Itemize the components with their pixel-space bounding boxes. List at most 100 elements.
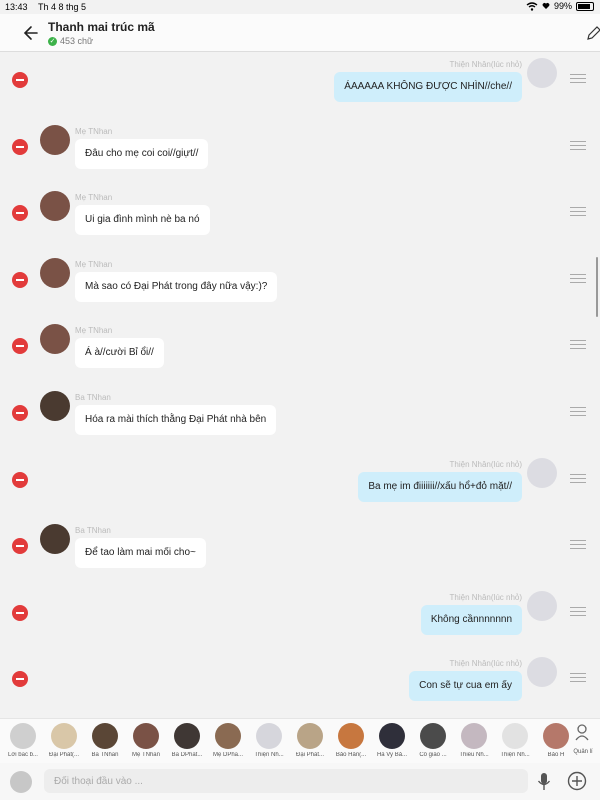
message-row: Mẹ TNhan Đâu cho mẹ coi coi//giựt// [0,124,600,191]
character-item[interactable]: Thiện Nh... [495,723,535,758]
character-item[interactable]: Thiều Nh... [454,723,494,758]
character-avatar [51,723,77,749]
character-bar: Lời bắc b... Đại Phát(... Ba TNhan Mẹ TNhan… [0,718,600,763]
message-bubble[interactable]: Đâu cho mẹ coi coi//giựt// [75,138,209,169]
avatar[interactable] [40,391,70,421]
drag-handle-icon[interactable] [570,473,586,486]
sender-name: Mẹ TNhan [75,326,113,336]
avatar[interactable] [40,524,70,555]
character-label: Đại Phát... [295,752,324,758]
avatar[interactable] [527,590,557,621]
character-item[interactable]: Ba TNhan [85,723,125,758]
delete-message-icon[interactable] [12,72,28,88]
word-count: ✓ 453 chữ [48,36,93,46]
character-item[interactable]: Ba DPhat... [167,723,207,758]
sender-name: Mẹ TNhan [75,193,113,203]
character-label: Mẹ TNhan [132,752,160,758]
message-bubble[interactable]: ÁAAAAA KHÔNG ĐƯỢC NHÌN//che// [334,72,522,102]
message-row: Ba TNhan Để tao làm mai mối cho~ [0,524,600,590]
sender-name: Ba TNhan [75,393,111,402]
character-item[interactable]: Mẹ DPha... [208,723,248,758]
delete-message-icon[interactable] [12,671,28,688]
drag-handle-icon[interactable] [570,673,586,685]
battery-icon [576,1,594,11]
delete-message-icon[interactable] [12,338,28,355]
character-label: Bảo Hân(... [335,752,367,758]
message-bubble[interactable]: Ba mẹ im điiiiiii//xấu hổ+đỏ mặt// [358,471,522,502]
avatar[interactable] [527,457,557,488]
character-item[interactable]: Cô giáo ... [413,723,453,758]
pencil-icon[interactable] [586,24,600,42]
character-item[interactable]: Bảo Hân(... [331,723,371,758]
character-item[interactable]: Lời bắc b... [3,723,43,758]
back-arrow-icon[interactable] [22,24,40,42]
character-item[interactable]: Thiện Nh... [249,723,289,758]
drag-handle-icon[interactable] [570,273,586,286]
drag-handle-icon[interactable] [570,407,586,419]
delete-message-icon[interactable] [12,471,28,488]
delete-message-icon[interactable] [12,138,28,155]
character-label: Lời bắc b... [8,752,38,758]
character-label: Ba DPhat... [171,752,203,758]
message-row: Mẹ TNhan Mà sao có Đại Phát trong đây nữa… [0,257,600,324]
sender-name: Ba TNhan [75,526,111,536]
character-item[interactable]: Đại Phát... [290,723,330,758]
message-bubble[interactable]: Mà sao có Đại Phát trong đây nữa vậy:)? [75,271,278,302]
sender-name: Mẹ TNhan [75,126,113,136]
delete-message-icon[interactable] [12,405,28,421]
avatar[interactable] [527,58,557,88]
message-bubble[interactable]: Ui gia đình mình nè ba nó [75,205,210,236]
message-bubble[interactable]: Á à//cười Bỉ ổi// [75,338,164,369]
avatar[interactable] [527,657,557,688]
delete-message-icon[interactable] [12,538,28,555]
message-row: Thiện Nhân(lúc nhỏ) Con sẽ tự cua em ấy [0,657,600,718]
avatar[interactable] [40,324,70,355]
message-row: Ba TNhan Hóa ra mài thích thằng Đại Phát … [0,391,600,457]
status-date: Th 4 8 thg 5 [38,2,87,12]
sender-name: Mẹ TNhan [75,259,113,269]
message-row: Thiện Nhân(lúc nhỏ) Ba mẹ im điiiiiii//xấ… [0,457,600,524]
dialogue-input[interactable] [44,769,528,793]
character-label: Thiện Nh... [254,752,284,758]
page-title: Thanh mai trúc mã [48,20,155,34]
status-bar: 13:43 Th 4 8 thg 5 99% [0,0,600,14]
microphone-icon[interactable] [537,772,551,792]
narrator-icon [10,723,36,749]
message-row: Thiện Nhân(lúc nhỏ) Không cầnnnnnnn [0,590,600,657]
chat-bubble-icon[interactable] [10,771,32,793]
drag-handle-icon[interactable] [570,340,586,352]
character-label: Thiều Nh... [459,752,489,758]
message-row: Thiện Nhân(lúc nhỏ) ÁAAAAA KHÔNG ĐƯỢC NHÌ… [0,58,600,124]
character-label: Thiện Nh... [500,752,530,758]
drag-handle-icon[interactable] [570,606,586,619]
manage-characters-button[interactable]: Quản lí [568,723,598,755]
delete-message-icon[interactable] [12,604,28,621]
message-bubble[interactable]: Không cầnnnnnnn [420,604,522,635]
character-avatar [256,723,282,749]
drag-handle-icon[interactable] [570,540,586,552]
avatar[interactable] [40,124,70,155]
drag-handle-icon[interactable] [570,140,586,153]
character-item[interactable]: Mẹ TNhan [126,723,166,758]
sender-name: Thiện Nhân(lúc nhỏ) [449,459,522,469]
character-avatar [461,723,487,749]
check-icon: ✓ [48,36,57,46]
delete-message-icon[interactable] [12,271,28,288]
sender-name: Thiện Nhân(lúc nhỏ) [449,659,522,669]
add-icon[interactable] [567,771,587,791]
drag-handle-icon[interactable] [570,74,586,86]
avatar[interactable] [40,191,70,222]
avatar[interactable] [40,257,70,288]
character-item[interactable]: Đại Phát(... [44,723,84,758]
chat-area[interactable]: Thiện Nhân(lúc nhỏ) ÁAAAAA KHÔNG ĐƯỢC NHÌ… [0,52,600,718]
character-item[interactable]: Hà Vy Bả... [372,723,412,758]
drag-handle-icon[interactable] [570,207,586,219]
status-time: 13:43 [5,2,28,12]
manage-label: Quản lí [573,749,593,755]
message-bubble[interactable]: Để tao làm mai mối cho~ [75,538,206,569]
message-bubble[interactable]: Con sẽ tự cua em ấy [409,671,522,702]
delete-message-icon[interactable] [12,205,28,222]
input-bar [0,763,600,800]
header: Thanh mai trúc mã ✓ 453 chữ [0,14,600,52]
message-bubble[interactable]: Hóa ra mài thích thằng Đại Phát nhà bên [75,405,277,435]
